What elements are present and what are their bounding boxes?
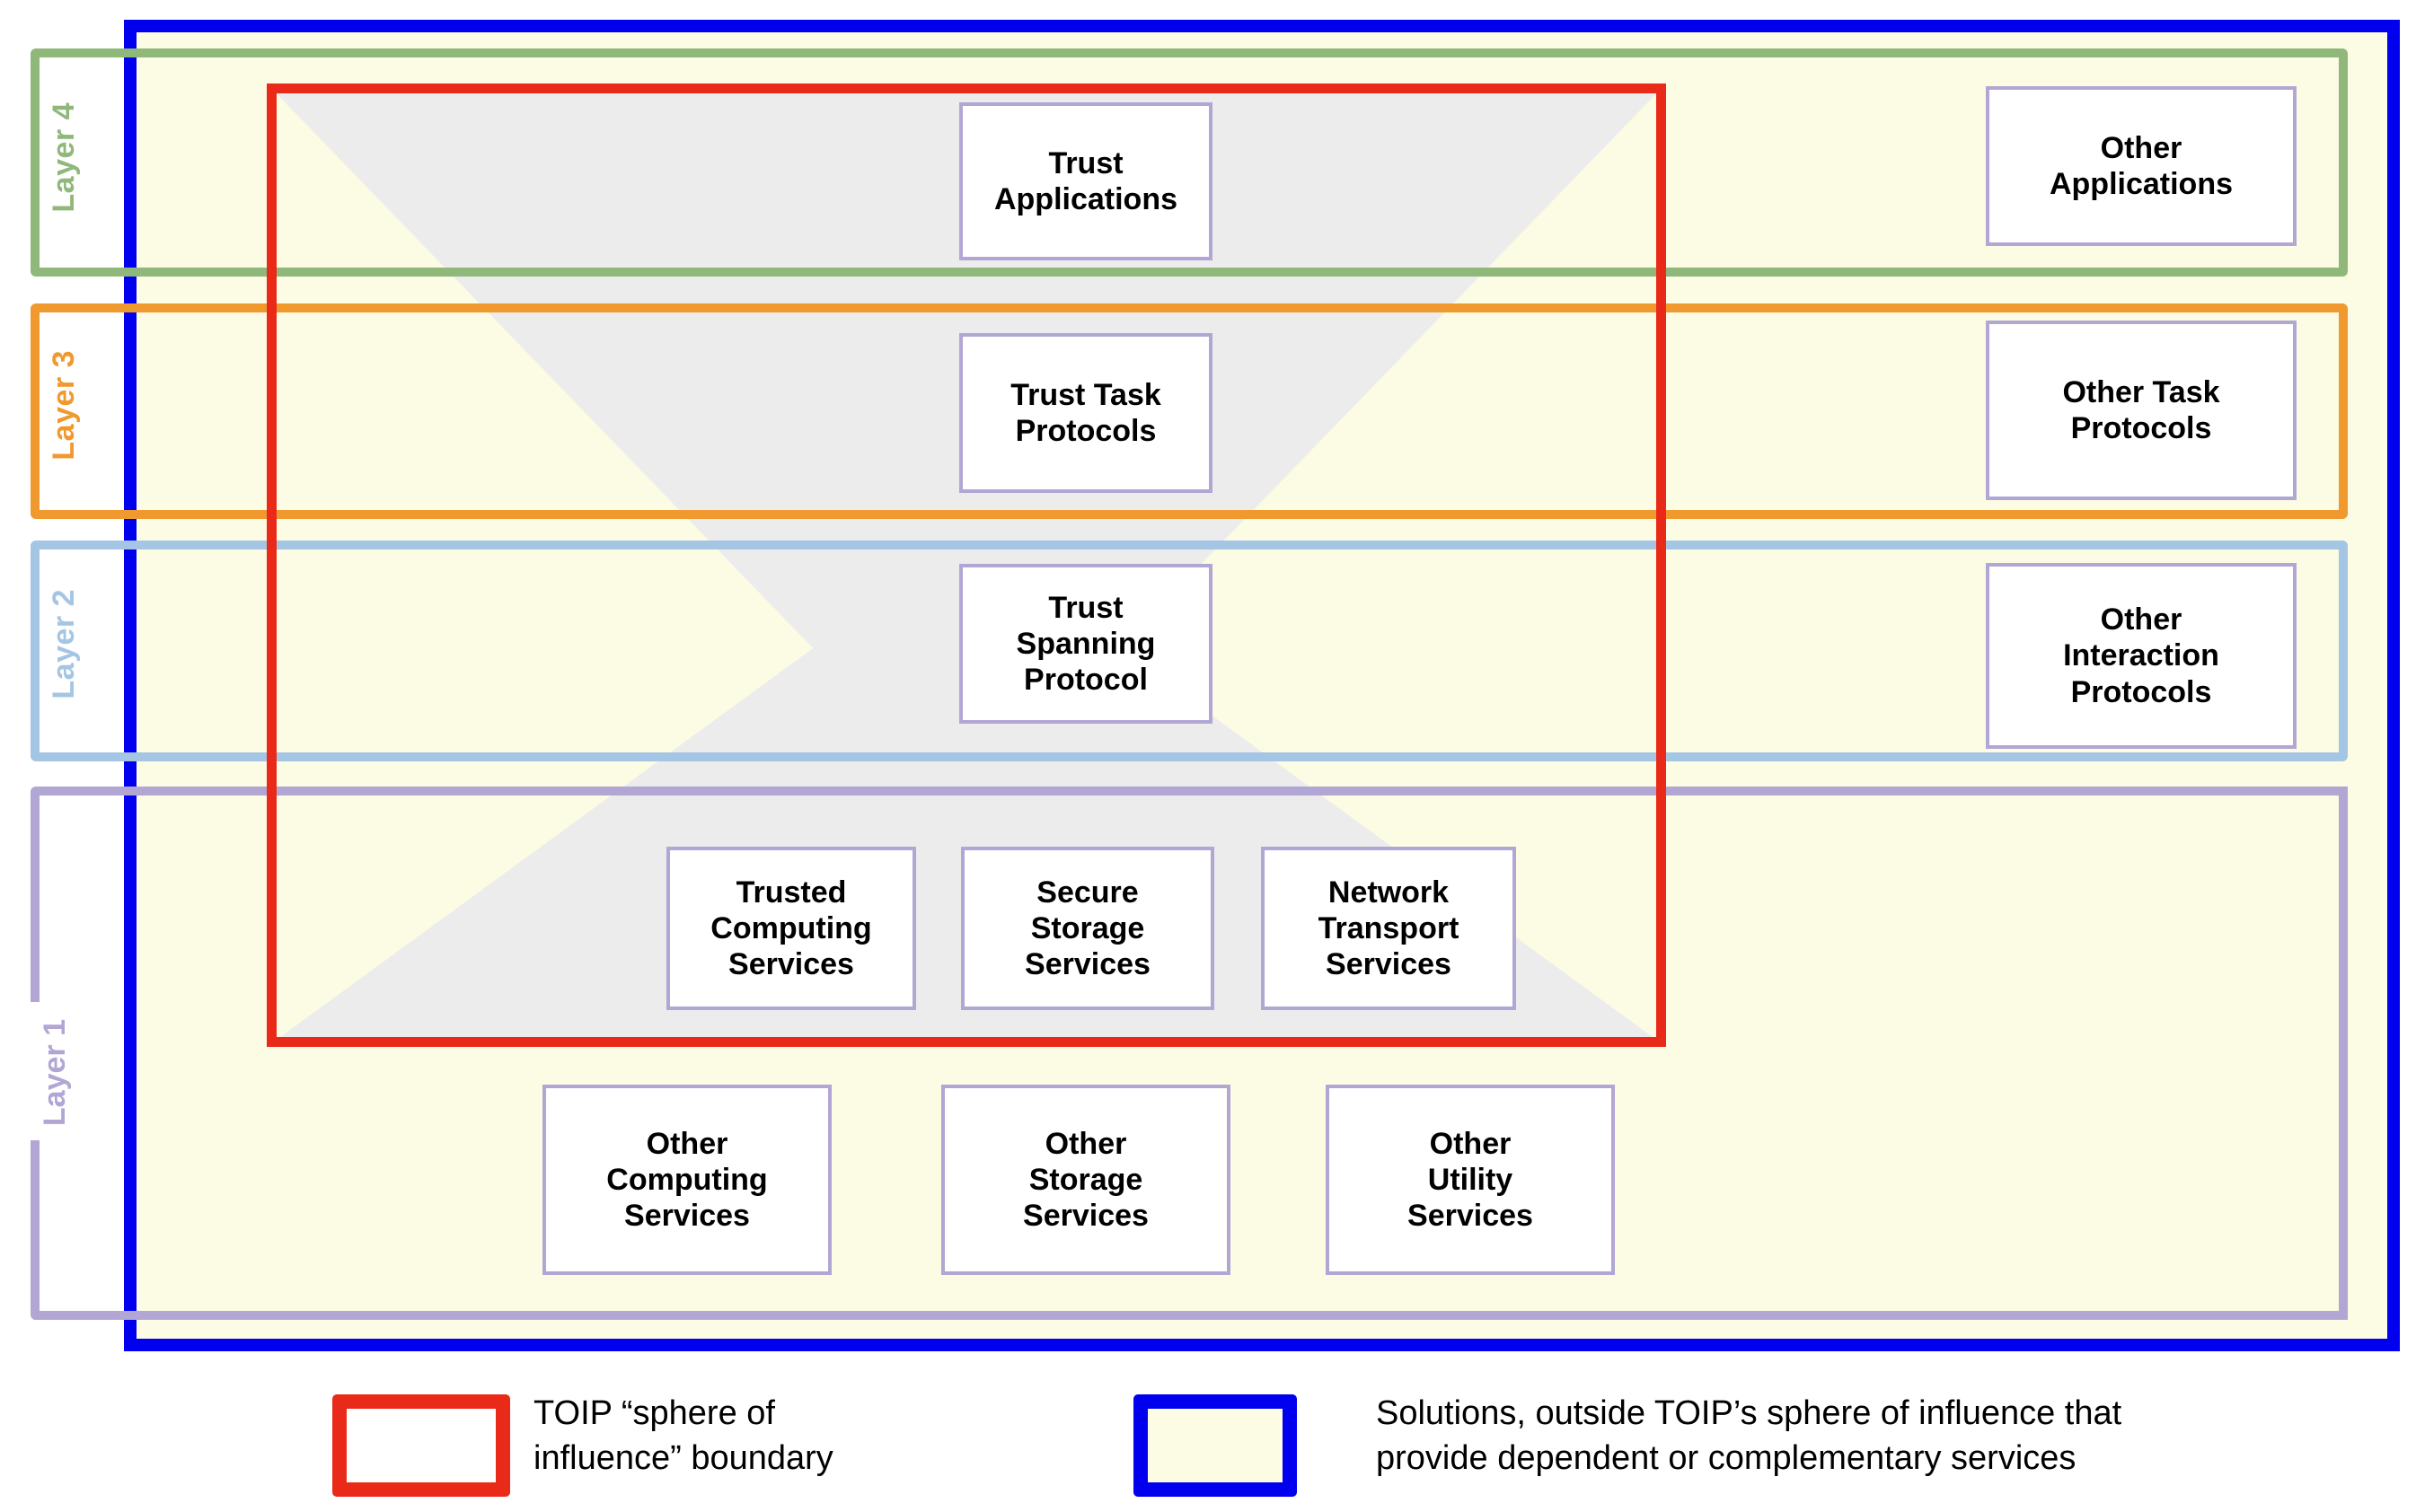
node-trust-spanning-protocol[interactable]: Trust Spanning Protocol: [959, 564, 1212, 724]
legend-blue-swatch: [1133, 1394, 1297, 1497]
node-network-transport-services[interactable]: Network Transport Services: [1261, 847, 1516, 1010]
layer1-label: Layer 1: [38, 1019, 72, 1127]
node-trusted-computing-services[interactable]: Trusted Computing Services: [666, 847, 916, 1010]
node-other-utility-services[interactable]: Other Utility Services: [1326, 1085, 1615, 1275]
node-trust-task-protocols[interactable]: Trust Task Protocols: [959, 333, 1212, 493]
node-other-storage-services[interactable]: Other Storage Services: [941, 1085, 1230, 1275]
diagram-canvas: Layer 4 Layer 3 Layer 2 Layer 1 Trust Ap…: [0, 0, 2416, 1512]
node-other-task-protocols[interactable]: Other Task Protocols: [1986, 321, 2297, 500]
layer3-label: Layer 3: [47, 350, 81, 461]
node-trust-applications[interactable]: Trust Applications: [959, 102, 1212, 260]
node-other-computing-services[interactable]: Other Computing Services: [542, 1085, 832, 1275]
layer-bracket-layer1-right: [2339, 787, 2348, 1320]
node-other-applications[interactable]: Other Applications: [1986, 86, 2297, 246]
legend-red-swatch: [332, 1394, 510, 1497]
legend-red-label: TOIP “sphere of influence” boundary: [533, 1394, 833, 1478]
layer2-label: Layer 2: [47, 589, 81, 699]
layer4-label: Layer 4: [47, 102, 81, 213]
legend-blue-label: Solutions, outside TOIP’s sphere of infl…: [1376, 1394, 2122, 1478]
node-secure-storage-services[interactable]: Secure Storage Services: [961, 847, 1214, 1010]
node-other-interaction-protocols[interactable]: Other Interaction Protocols: [1986, 563, 2297, 749]
